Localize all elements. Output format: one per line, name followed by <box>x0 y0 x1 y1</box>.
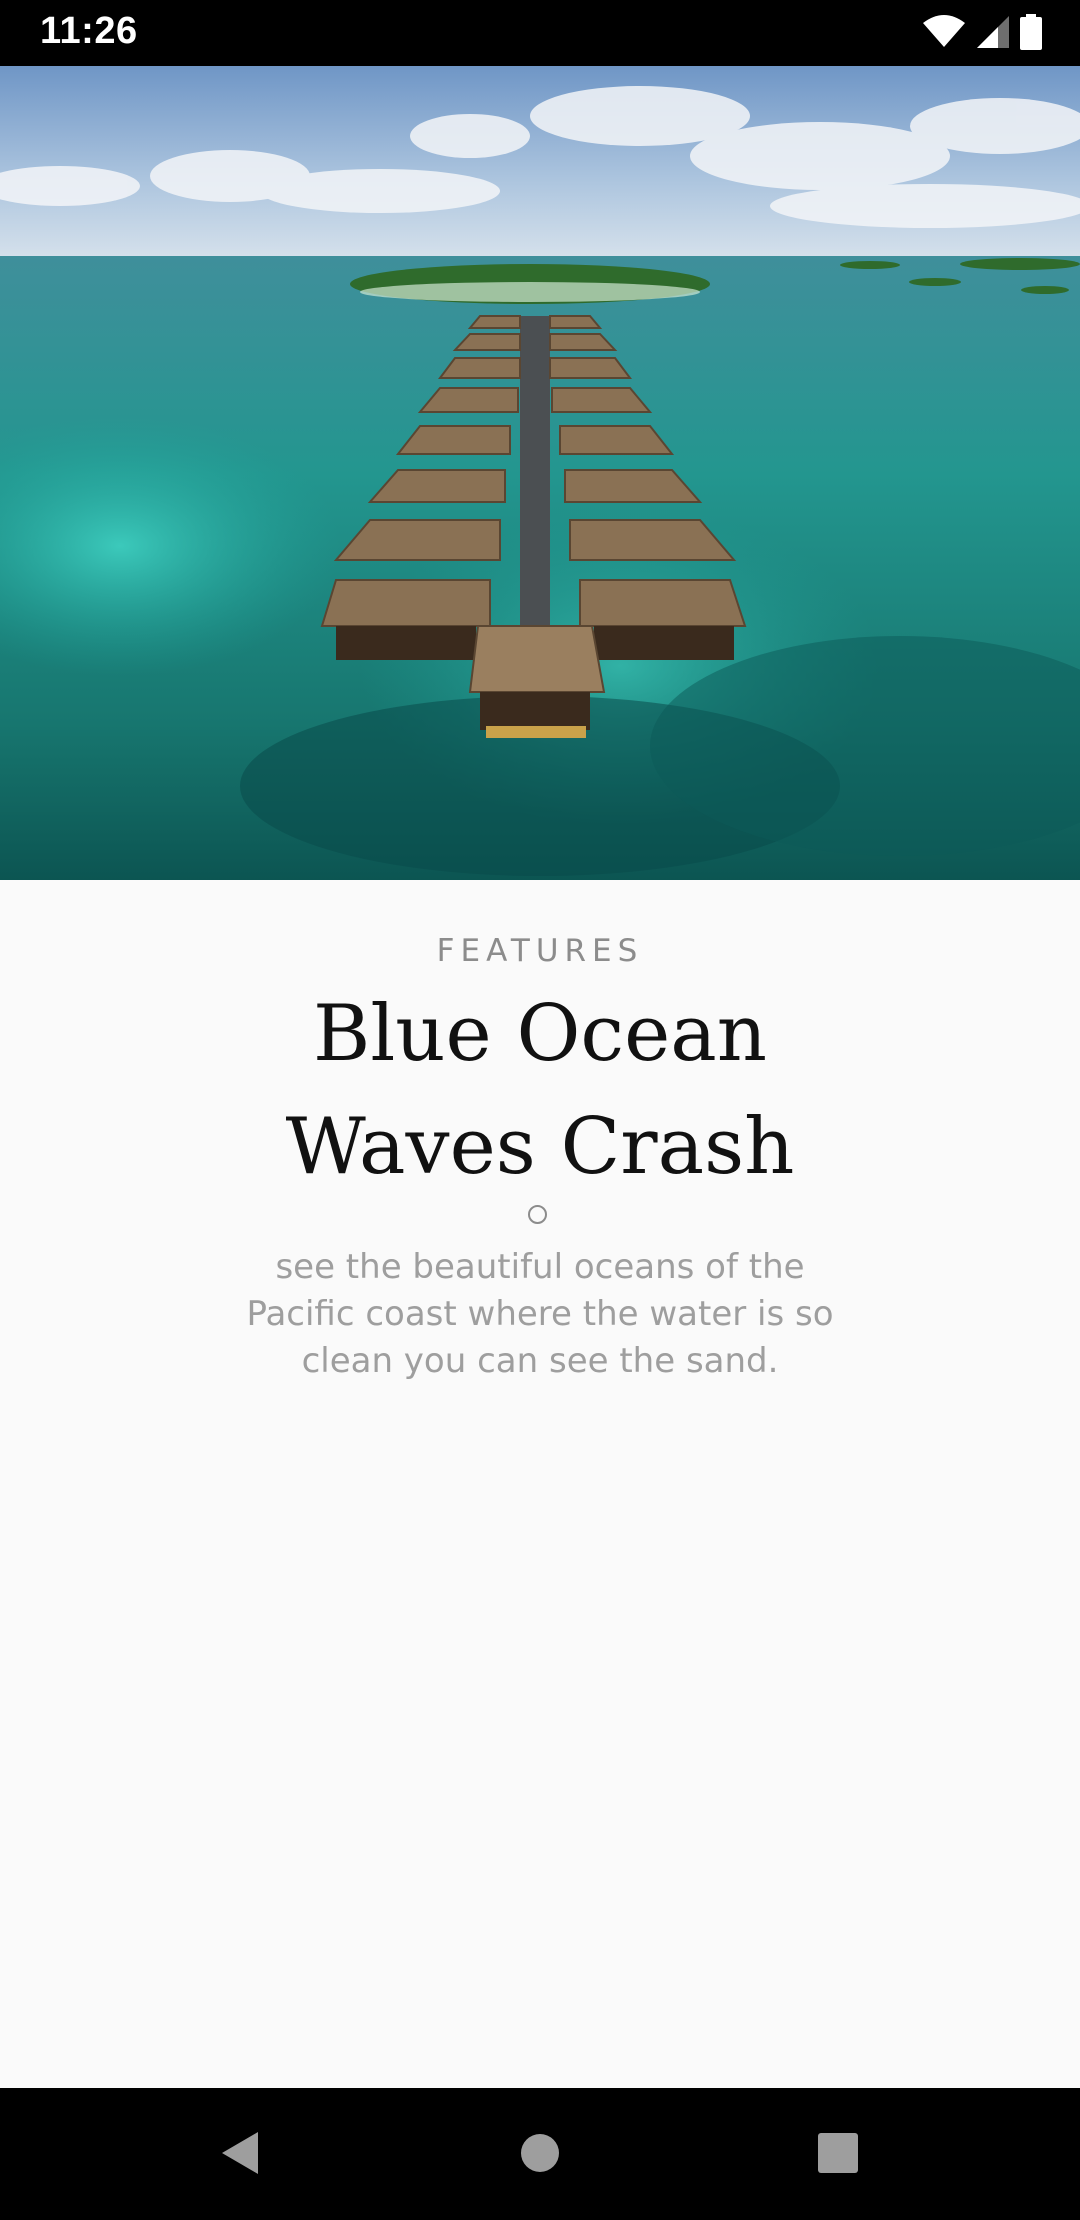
recents-icon <box>817 2132 859 2179</box>
home-icon <box>519 2132 561 2179</box>
wifi-icon <box>922 14 966 54</box>
back-button[interactable] <box>210 2128 270 2182</box>
back-icon <box>220 2130 260 2181</box>
status-icons <box>922 13 1042 55</box>
article-title: Blue Ocean Waves Crash <box>285 989 795 1192</box>
page-indicator-dot <box>528 1205 547 1224</box>
battery-icon <box>1020 13 1042 55</box>
recents-button[interactable] <box>808 2128 868 2182</box>
home-button[interactable] <box>510 2128 570 2182</box>
article-description: see the beautiful oceans of the Pacific … <box>246 1247 834 1381</box>
navigation-bar <box>0 2088 1080 2220</box>
screen: 11:26 FEATURES Blue Ocean Waves Crash se… <box>0 0 1080 2220</box>
hero-image <box>0 66 1080 880</box>
status-time: 11:26 <box>40 10 138 52</box>
section-label: FEATURES <box>436 933 644 969</box>
article-content: FEATURES Blue Ocean Waves Crash see the … <box>0 880 1080 2088</box>
cellular-signal-icon <box>976 15 1010 54</box>
status-bar: 11:26 <box>0 0 1080 66</box>
